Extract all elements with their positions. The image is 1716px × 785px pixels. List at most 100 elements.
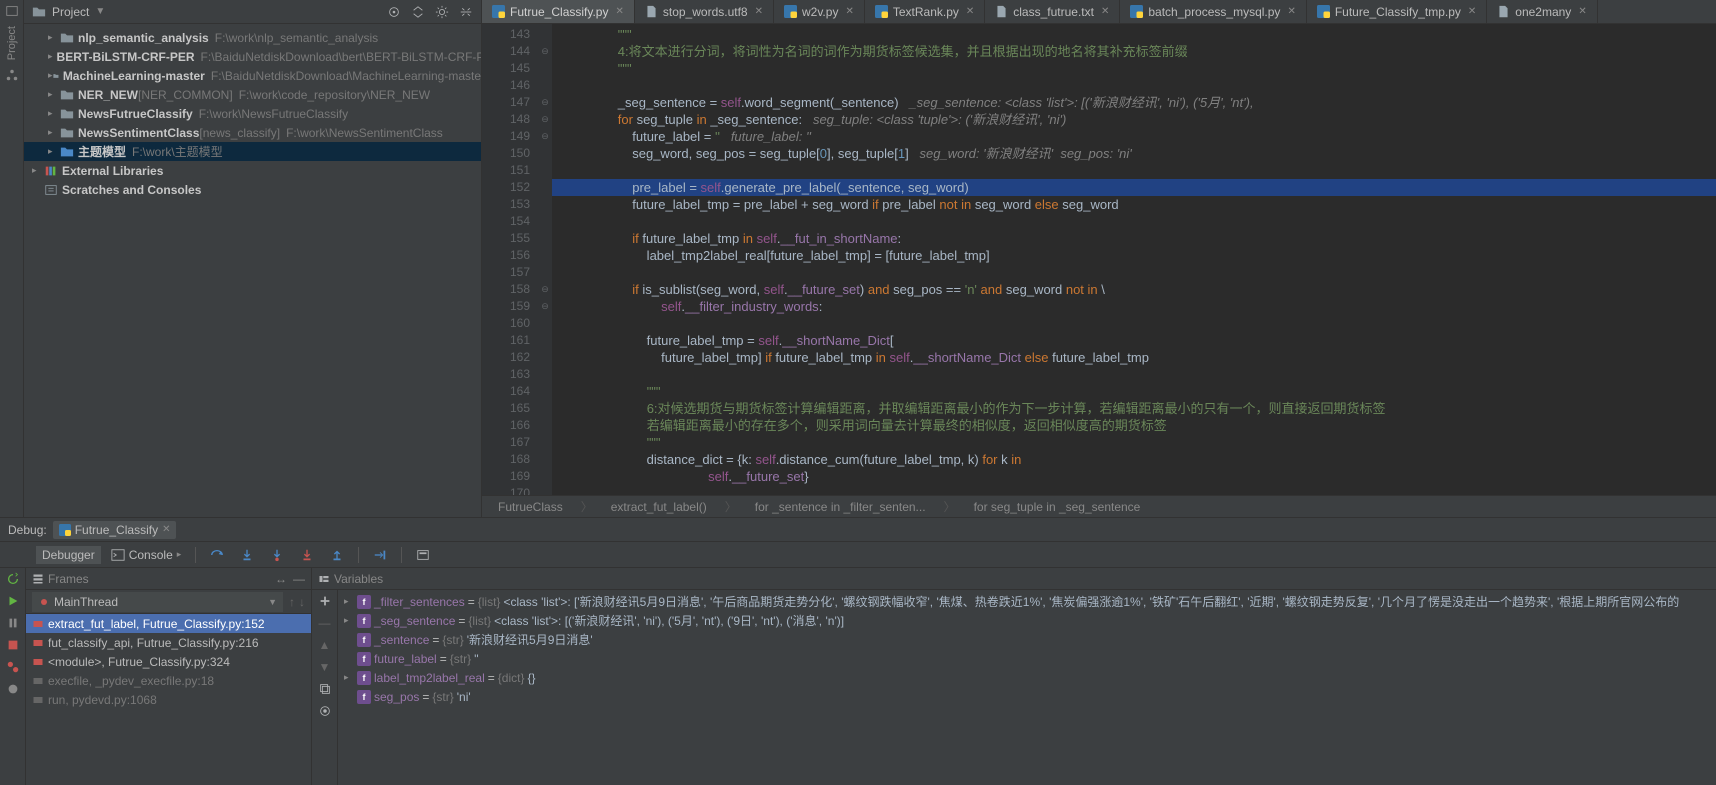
project-tree-item[interactable]: ▸NewsFutrueClassifyF:\work\NewsFutrueCla…: [24, 104, 481, 123]
fold-marker[interactable]: ⊖: [538, 94, 552, 111]
fold-marker[interactable]: [538, 417, 552, 434]
line-number[interactable]: 170: [482, 485, 530, 495]
code-line[interactable]: pre_label = self.generate_pre_label(_sen…: [552, 179, 1716, 196]
line-number[interactable]: 143: [482, 26, 530, 43]
fold-marker[interactable]: [538, 26, 552, 43]
breadcrumb-item[interactable]: extract_fut_label(): [611, 500, 707, 514]
fold-marker[interactable]: [538, 366, 552, 383]
fold-marker[interactable]: [538, 213, 552, 230]
code-line[interactable]: _seg_sentence = self.word_segment(_sente…: [552, 94, 1716, 111]
line-number[interactable]: 156: [482, 247, 530, 264]
fold-marker[interactable]: [538, 349, 552, 366]
chevron-down-icon[interactable]: ▼: [95, 6, 105, 17]
code-line[interactable]: 4:将文本进行分词，将词性为名词的词作为期货标签候选集，并且根据出现的地名将其补…: [552, 43, 1716, 60]
fold-marker[interactable]: [538, 247, 552, 264]
stack-frame[interactable]: extract_fut_label, Futrue_Classify.py:15…: [26, 614, 311, 633]
stack-frame[interactable]: fut_classify_api, Futrue_Classify.py:216: [26, 633, 311, 652]
line-number[interactable]: 154: [482, 213, 530, 230]
console-tab[interactable]: Console ▸: [105, 546, 188, 564]
fold-marker[interactable]: [538, 400, 552, 417]
pause-button[interactable]: [6, 616, 20, 630]
project-tree-item[interactable]: ▸BERT-BiLSTM-CRF-PERF:\BaiduNetdiskDownl…: [24, 47, 481, 66]
project-tree-item[interactable]: ▸MachineLearning-masterF:\BaiduNetdiskDo…: [24, 66, 481, 85]
fold-marker[interactable]: [538, 60, 552, 77]
step-into-my-code-button[interactable]: [264, 546, 290, 564]
settings-icon[interactable]: [435, 5, 449, 19]
stack-frame[interactable]: run, pydevd.py:1068: [26, 690, 311, 709]
run-to-cursor-button[interactable]: [367, 546, 393, 564]
fold-marker[interactable]: ⊖: [538, 111, 552, 128]
line-number[interactable]: 169: [482, 468, 530, 485]
line-number[interactable]: 159: [482, 298, 530, 315]
editor-tab[interactable]: Future_Classify_tmp.py✕: [1307, 0, 1487, 23]
restore-layout-icon[interactable]: ↔: [275, 572, 287, 586]
view-breakpoints-button[interactable]: [6, 660, 20, 674]
locate-icon[interactable]: [387, 5, 401, 19]
code-line[interactable]: [552, 485, 1716, 495]
structure-tool-icon[interactable]: [5, 68, 19, 82]
variable-row[interactable]: ▸f _seg_sentence = {list} <class 'list'>…: [338, 611, 1716, 630]
editor-tab[interactable]: stop_words.utf8✕: [635, 0, 774, 23]
fold-marker[interactable]: [538, 468, 552, 485]
variable-row[interactable]: ▸f _filter_sentences = {list} <class 'li…: [338, 592, 1716, 611]
code-line[interactable]: self.__future_set}: [552, 468, 1716, 485]
line-number[interactable]: 145: [482, 60, 530, 77]
variable-row[interactable]: f future_label = {str} '': [338, 649, 1716, 668]
line-number[interactable]: 163: [482, 366, 530, 383]
breadcrumb-item[interactable]: for seg_tuple in _seg_sentence: [974, 500, 1141, 514]
fold-marker[interactable]: [538, 434, 552, 451]
code-line[interactable]: """: [552, 434, 1716, 451]
step-over-button[interactable]: [204, 546, 230, 564]
code-line[interactable]: for seg_tuple in _seg_sentence: seg_tupl…: [552, 111, 1716, 128]
code-line[interactable]: seg_word, seg_pos = seg_tuple[0], seg_tu…: [552, 145, 1716, 162]
fold-marker[interactable]: ⊖: [538, 281, 552, 298]
code-line[interactable]: distance_dict = {k: self.distance_cum(fu…: [552, 451, 1716, 468]
code-line[interactable]: [552, 315, 1716, 332]
line-number[interactable]: 151: [482, 162, 530, 179]
show-watches-button[interactable]: [318, 704, 332, 718]
variable-row[interactable]: f seg_pos = {str} 'ni': [338, 687, 1716, 706]
variable-row[interactable]: ▸f label_tmp2label_real = {dict} {}: [338, 668, 1716, 687]
code-line[interactable]: if future_label_tmp in self.__fut_in_sho…: [552, 230, 1716, 247]
code-line[interactable]: [552, 366, 1716, 383]
close-icon[interactable]: ✕: [1468, 6, 1476, 17]
code-line[interactable]: 6:对候选期货与期货标签计算编辑距离，并取编辑距离最小的作为下一步计算，若编辑距…: [552, 400, 1716, 417]
expand-all-icon[interactable]: [411, 5, 425, 19]
line-number[interactable]: 168: [482, 451, 530, 468]
code-line[interactable]: self.__filter_industry_words:: [552, 298, 1716, 315]
fold-marker[interactable]: ⊖: [538, 43, 552, 60]
close-icon[interactable]: ✕: [1578, 6, 1586, 17]
fold-marker[interactable]: [538, 315, 552, 332]
fold-marker[interactable]: [538, 451, 552, 468]
project-tree-item[interactable]: Scratches and Consoles: [24, 180, 481, 199]
breadcrumb-item[interactable]: for _sentence in _filter_senten...: [755, 500, 926, 514]
breadcrumb-item[interactable]: FutrueClass: [498, 500, 563, 514]
fold-marker[interactable]: [538, 383, 552, 400]
debug-session-tab[interactable]: Futrue_Classify ✕: [53, 521, 177, 539]
close-icon[interactable]: ✕: [755, 6, 763, 17]
code-line[interactable]: future_label_tmp] if future_label_tmp in…: [552, 349, 1716, 366]
line-number[interactable]: 149: [482, 128, 530, 145]
project-tree-item[interactable]: ▸主题模型F:\work\主题模型: [24, 142, 481, 161]
prev-frame-button[interactable]: ↑: [289, 595, 295, 609]
line-number[interactable]: 147: [482, 94, 530, 111]
line-number[interactable]: 144: [482, 43, 530, 60]
close-icon[interactable]: ✕: [615, 6, 623, 17]
code-line[interactable]: future_label = '' future_label: '': [552, 128, 1716, 145]
close-icon[interactable]: ✕: [162, 524, 170, 535]
project-vertical-label[interactable]: Project: [6, 26, 18, 60]
line-number[interactable]: 146: [482, 77, 530, 94]
project-tree-item[interactable]: ▸NewsSentimentClass [news_classify]F:\wo…: [24, 123, 481, 142]
close-icon[interactable]: ✕: [845, 6, 853, 17]
fold-marker[interactable]: [538, 179, 552, 196]
stack-frame[interactable]: execfile, _pydev_execfile.py:18: [26, 671, 311, 690]
code-line[interactable]: [552, 264, 1716, 281]
rerun-button[interactable]: [6, 572, 20, 586]
project-tool-icon[interactable]: [5, 4, 19, 18]
code-line[interactable]: future_label_tmp = self.__shortName_Dict…: [552, 332, 1716, 349]
force-step-into-button[interactable]: [294, 546, 320, 564]
add-watch-button[interactable]: [318, 594, 332, 608]
line-number[interactable]: 153: [482, 196, 530, 213]
fold-marker[interactable]: [538, 145, 552, 162]
code-line[interactable]: """: [552, 383, 1716, 400]
